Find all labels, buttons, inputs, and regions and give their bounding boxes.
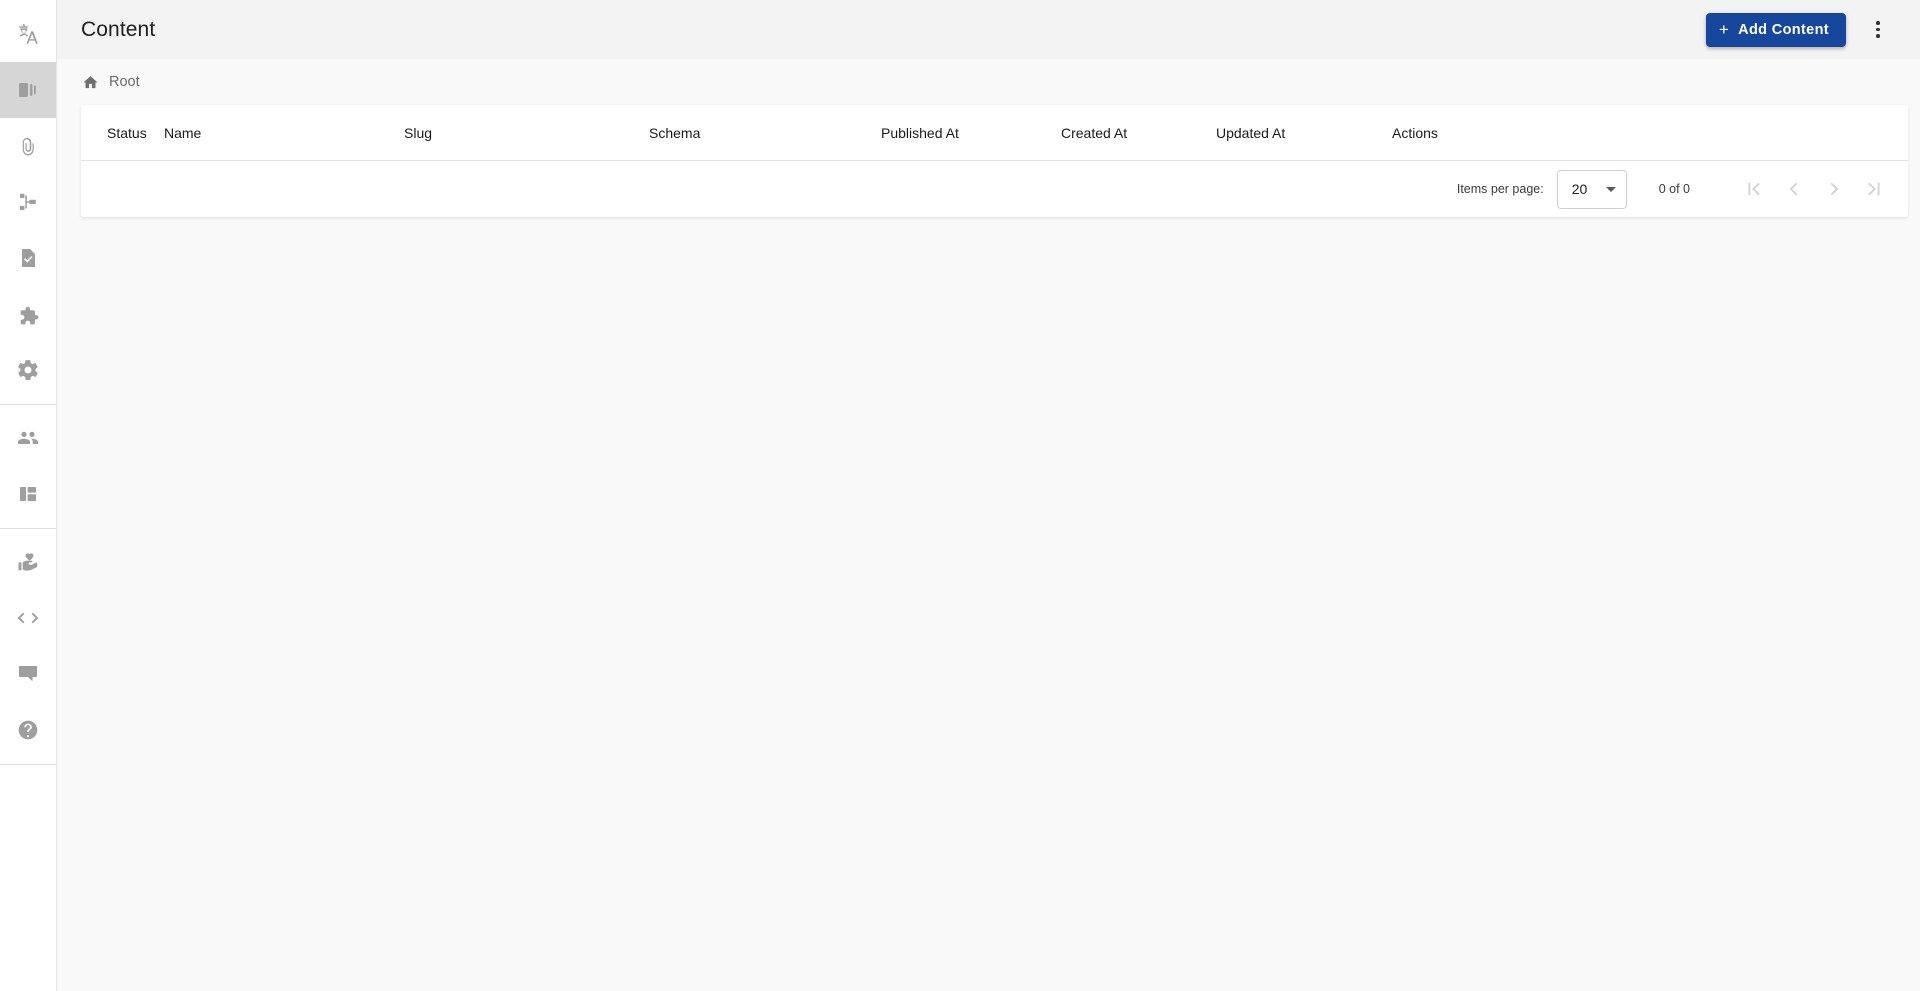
table-header-row: Status Name Slug Schema Published At Cre… bbox=[81, 105, 1908, 161]
sidebar-item-help[interactable] bbox=[0, 702, 56, 758]
column-header-updated[interactable]: Updated At bbox=[1216, 125, 1392, 141]
breadcrumb: Root bbox=[57, 59, 1920, 105]
items-per-page-label: Items per page: bbox=[1456, 182, 1544, 196]
left-nav-rail bbox=[0, 0, 57, 991]
sidebar-divider-2 bbox=[0, 528, 56, 529]
volunteer-hand-heart-icon bbox=[16, 550, 40, 574]
page-title: Content bbox=[81, 17, 156, 41]
paperclip-icon bbox=[16, 134, 40, 158]
dot bbox=[1876, 21, 1880, 25]
sidebar-divider-3 bbox=[0, 764, 56, 765]
dot bbox=[1876, 27, 1880, 32]
chat-bubble-icon bbox=[16, 662, 40, 686]
puzzle-piece-icon bbox=[16, 302, 40, 326]
document-check-icon bbox=[16, 246, 40, 270]
breadcrumb-item-root[interactable]: Root bbox=[109, 74, 140, 90]
column-header-status[interactable]: Status bbox=[107, 125, 164, 141]
sidebar-item-feedback[interactable] bbox=[0, 646, 56, 702]
chevron-down-icon bbox=[1605, 186, 1616, 192]
chevron-right-icon bbox=[1823, 178, 1845, 200]
sidebar-item-users[interactable] bbox=[0, 410, 56, 466]
sidebar-item-support[interactable] bbox=[0, 534, 56, 590]
column-header-actions: Actions bbox=[1392, 124, 1438, 141]
chevron-left-icon bbox=[1783, 178, 1805, 200]
first-page-icon bbox=[1743, 178, 1765, 200]
plus-icon: + bbox=[1718, 20, 1730, 39]
account-tree-icon bbox=[16, 190, 40, 214]
column-header-name[interactable]: Name bbox=[164, 125, 404, 141]
sidebar-item-content[interactable] bbox=[0, 62, 56, 118]
last-page-button[interactable] bbox=[1854, 169, 1894, 209]
sidebar-item-structure[interactable] bbox=[0, 174, 56, 230]
sidebar-item-settings[interactable] bbox=[0, 342, 56, 398]
next-page-button[interactable] bbox=[1814, 169, 1854, 209]
sidebar-item-extensions[interactable] bbox=[0, 286, 56, 342]
column-header-published[interactable]: Published At bbox=[881, 125, 1061, 141]
sidebar-item-developer[interactable] bbox=[0, 590, 56, 646]
add-content-button-label: Add Content bbox=[1738, 21, 1829, 38]
people-icon bbox=[16, 426, 40, 450]
sidebar-item-dashboard[interactable] bbox=[0, 466, 56, 522]
last-page-icon bbox=[1863, 178, 1885, 200]
add-content-button[interactable]: + Add Content bbox=[1705, 12, 1846, 47]
sidebar-item-forms[interactable] bbox=[0, 230, 56, 286]
first-page-button[interactable] bbox=[1734, 169, 1774, 209]
app-header-bar: Content + Add Content bbox=[57, 0, 1920, 59]
sidebar-item-translate[interactable] bbox=[0, 6, 56, 62]
items-per-page-select[interactable]: 20 bbox=[1556, 169, 1627, 209]
app-root: Content + Add Content Root Status Name S… bbox=[0, 0, 1920, 991]
home-icon[interactable] bbox=[82, 74, 99, 91]
column-header-slug[interactable]: Slug bbox=[404, 125, 649, 141]
help-circle-icon bbox=[16, 718, 40, 742]
more-vertical-icon[interactable] bbox=[1858, 10, 1898, 50]
content-pages-icon bbox=[16, 78, 40, 102]
translate-icon bbox=[16, 22, 40, 46]
layout-icon bbox=[16, 482, 40, 506]
previous-page-button[interactable] bbox=[1774, 169, 1814, 209]
items-per-page-value: 20 bbox=[1571, 181, 1588, 197]
main-area: Content + Add Content Root Status Name S… bbox=[57, 0, 1920, 991]
page-range-label: 0 of 0 bbox=[1658, 182, 1690, 196]
sidebar-item-assets[interactable] bbox=[0, 118, 56, 174]
dot bbox=[1876, 34, 1880, 38]
content-table-card: Status Name Slug Schema Published At Cre… bbox=[81, 105, 1908, 217]
paginator: Items per page: 20 0 of 0 bbox=[81, 161, 1908, 217]
code-brackets-icon bbox=[16, 606, 40, 630]
gear-icon bbox=[16, 358, 40, 382]
column-header-schema[interactable]: Schema bbox=[649, 125, 881, 141]
sidebar-divider-1 bbox=[0, 404, 56, 405]
column-header-created[interactable]: Created At bbox=[1061, 125, 1216, 141]
